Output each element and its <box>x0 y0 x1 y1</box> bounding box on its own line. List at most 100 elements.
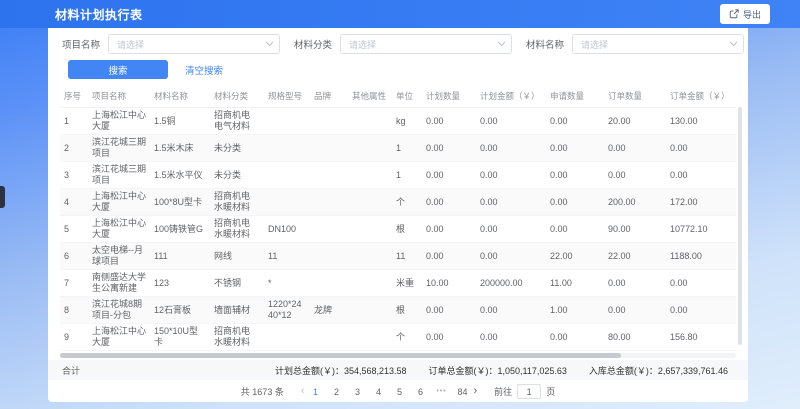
pagination: 共 1673 条 ‹ 123456•••84 › 前往 页 <box>48 380 748 402</box>
page-number[interactable]: 2 <box>331 387 343 397</box>
summary-item-label: 订单总金额(￥)： <box>429 366 498 376</box>
table-cell: 111 <box>150 243 210 270</box>
column-header[interactable]: 材料分类 <box>210 85 264 108</box>
chevron-down-icon <box>729 41 738 47</box>
sidebar-toggle-handle[interactable] <box>0 186 5 208</box>
table-cell <box>310 135 348 162</box>
column-header[interactable]: 计划金额（￥） <box>476 85 546 108</box>
column-header[interactable]: 序号 <box>60 85 88 108</box>
filter-group: 项目名称请选择 <box>62 34 280 54</box>
table-cell <box>310 216 348 243</box>
goto-suffix: 页 <box>546 385 555 398</box>
table-cell: 0.00 <box>546 216 604 243</box>
table-cell: 不锈钢 <box>210 270 264 297</box>
page-number[interactable]: 84 <box>457 387 469 397</box>
column-header[interactable]: 项目名称 <box>88 85 150 108</box>
table-cell <box>310 108 348 135</box>
table-cell: 0.00 <box>422 243 476 270</box>
table-cell: 未分类 <box>210 162 264 189</box>
table-cell: 130.00 <box>666 108 736 135</box>
search-button[interactable]: 搜索 <box>68 60 168 79</box>
table-row[interactable]: 4上海松江中心大厦100*8U型卡招商机电 水暖材料个0.000.000.002… <box>60 189 736 216</box>
table-cell: 11.00 <box>546 270 604 297</box>
vertical-scrollbar-thumb[interactable] <box>738 107 742 345</box>
column-header[interactable]: 单位 <box>392 85 422 108</box>
table-cell: 20.00 <box>604 108 666 135</box>
clear-search-link[interactable]: 清空搜索 <box>185 63 223 77</box>
select-placeholder: 请选择 <box>581 38 608 51</box>
table-cell: 0.00 <box>476 297 546 324</box>
column-header[interactable]: 计划数量 <box>422 85 476 108</box>
table-cell: 1 <box>392 135 422 162</box>
column-header[interactable]: 材料名称 <box>150 85 210 108</box>
table-row[interactable]: 9上海松江中心大厦150*10U型卡招商机电 水暖材料个0.000.000.00… <box>60 324 736 351</box>
table-cell: kg <box>392 108 422 135</box>
table-cell: 上海松江中心大厦 <box>88 324 150 351</box>
page-number[interactable]: 5 <box>394 387 406 397</box>
table-row[interactable]: 3滨江花城三期项目1.5米水平仪未分类10.000.000.000.000.00 <box>60 162 736 189</box>
page-number[interactable]: 1 <box>310 387 322 397</box>
column-header[interactable]: 订单金额（￥） <box>666 85 736 108</box>
summary-items: 计划总金额(￥)：354,568,213.58 订单总金额(￥)：1,050,11… <box>275 364 728 377</box>
horizontal-scrollbar-thumb[interactable] <box>60 353 621 358</box>
table-body: 1上海松江中心大厦1.5铜招商机电 电气材料kg0.000.000.0020.0… <box>60 108 736 351</box>
goto-page-input[interactable] <box>517 384 541 399</box>
table-cell: 墙面辅材 <box>210 297 264 324</box>
table-row[interactable]: 7南侧盛达大学生公寓新建123不锈钢*米重10.00200000.0011.00… <box>60 270 736 297</box>
table-cell: 0.00 <box>546 189 604 216</box>
table-cell: 1.00 <box>546 297 604 324</box>
horizontal-scrollbar[interactable] <box>60 353 736 358</box>
table-row[interactable]: 2滨江花城三期项目1.5米木床未分类10.000.000.000.000.00 <box>60 135 736 162</box>
column-header[interactable]: 申请数量 <box>546 85 604 108</box>
chevron-left-icon[interactable]: ‹ <box>301 386 305 397</box>
table-cell: 0.00 <box>666 297 736 324</box>
export-button[interactable]: 导出 <box>720 4 770 24</box>
table-cell: 10772.10 <box>666 216 736 243</box>
table-cell <box>348 243 392 270</box>
summary-item: 订单总金额(￥)：1,050,117,025.63 <box>429 364 567 377</box>
filter-select[interactable]: 请选择 <box>108 34 280 54</box>
table-cell: 滨江花城三期项目 <box>88 135 150 162</box>
table-cell: 10.00 <box>422 270 476 297</box>
filter-select[interactable]: 请选择 <box>572 34 744 54</box>
page-number[interactable]: 3 <box>352 387 364 397</box>
table-cell: 6 <box>60 243 88 270</box>
column-header[interactable]: 品牌 <box>310 85 348 108</box>
filter-section: 项目名称请选择材料分类请选择材料名称请选择 搜索 清空搜索 <box>48 28 748 79</box>
column-header[interactable]: 订单数量 <box>604 85 666 108</box>
table-cell: 0.00 <box>604 135 666 162</box>
table-cell: 200000.00 <box>476 270 546 297</box>
table-row[interactable]: 1上海松江中心大厦1.5铜招商机电 电气材料kg0.000.000.0020.0… <box>60 108 736 135</box>
page-number[interactable]: 4 <box>373 387 385 397</box>
table-cell: 0.00 <box>422 135 476 162</box>
table-row[interactable]: 5上海松江中心大厦100铸铁管G招商机电 水暖材料DN100根0.000.000… <box>60 216 736 243</box>
column-header[interactable]: 其他属性 <box>348 85 392 108</box>
table-cell: 上海松江中心大厦 <box>88 189 150 216</box>
pager-ellipsis: ••• <box>436 388 448 395</box>
summary-item: 计划总金额(￥)：354,568,213.58 <box>275 364 407 377</box>
table-cell: 0.00 <box>546 162 604 189</box>
table-cell: 0.00 <box>666 162 736 189</box>
table-row[interactable]: 6太空电梯--月球项目111网线11110.000.0022.0022.0011… <box>60 243 736 270</box>
chevron-right-icon[interactable]: › <box>474 386 478 397</box>
column-header[interactable]: 规格型号 <box>264 85 310 108</box>
table-cell: 上海松江中心大厦 <box>88 216 150 243</box>
table-cell <box>348 297 392 324</box>
table-row[interactable]: 8滨江花城8期项目-分包12石膏板墙面辅材1220*2440*12龙牌根0.00… <box>60 297 736 324</box>
table-cell: 0.00 <box>476 108 546 135</box>
table-cell: 4 <box>60 189 88 216</box>
table-cell: 滨江花城8期项目-分包 <box>88 297 150 324</box>
table-cell: 0.00 <box>476 189 546 216</box>
table-cell <box>348 270 392 297</box>
table-cell: 0.00 <box>422 324 476 351</box>
table-cell: 11 <box>264 243 310 270</box>
page-number[interactable]: 6 <box>415 387 427 397</box>
filter-group: 材料名称请选择 <box>526 34 744 54</box>
table-cell: 0.00 <box>476 243 546 270</box>
filter-select[interactable]: 请选择 <box>340 34 512 54</box>
table-cell: 米重 <box>392 270 422 297</box>
table-cell: 200.00 <box>604 189 666 216</box>
table-cell: 3 <box>60 162 88 189</box>
table-cell <box>264 162 310 189</box>
filter-group: 材料分类请选择 <box>294 34 512 54</box>
